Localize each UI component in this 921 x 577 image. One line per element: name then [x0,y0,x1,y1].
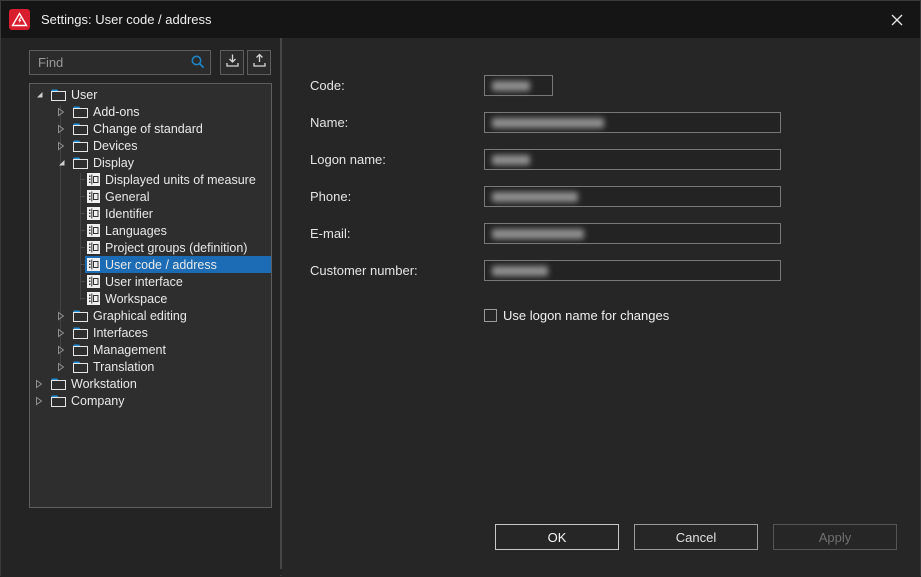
tree-item-user[interactable]: User [30,86,271,103]
expand-closed-icon[interactable] [57,141,65,151]
expand-open-icon[interactable] [57,158,65,168]
ok-button[interactable]: OK [495,524,619,550]
expand-open-icon[interactable] [35,90,43,100]
folder-icon [73,360,88,373]
redacted-value [492,266,548,276]
redacted-value [492,118,604,128]
apply-button[interactable]: Apply [773,524,897,550]
name-label: Name: [310,115,484,130]
arrow-down-tray-icon [225,53,240,73]
arrow-up-tray-icon [252,53,267,73]
eplan-logo-icon [9,9,30,30]
expand-closed-icon[interactable] [57,345,65,355]
settings-page-icon [87,292,100,305]
expand-closed-icon[interactable] [35,396,43,406]
settings-window: { "window": { "title": "Settings: User c… [0,0,921,576]
folder-icon [51,394,66,407]
tree-item-add-ons[interactable]: Add-ons [30,103,271,120]
code-label: Code: [310,78,484,93]
tree-item-workspace[interactable]: Workspace [30,290,271,307]
settings-page-icon [87,207,100,220]
close-icon[interactable] [884,7,910,33]
tree-item-general[interactable]: General [30,188,271,205]
phone-label: Phone: [310,189,484,204]
redacted-value [492,81,530,91]
folder-icon [73,326,88,339]
expand-closed-icon[interactable] [57,362,65,372]
tree-item-displayed-units-of-measure[interactable]: Displayed units of measure [30,171,271,188]
tree-item-project-groups-definition[interactable]: Project groups (definition) [30,239,271,256]
tree-item-company[interactable]: Company [30,392,271,409]
tree-item-identifier[interactable]: Identifier [30,205,271,222]
settings-page-icon [87,241,100,254]
settings-page-icon [87,173,100,186]
use-logon-name-label: Use logon name for changes [503,308,669,323]
user-code-address-page: Code: Name: Logon name: Phone: E-mail: C… [282,38,920,577]
settings-page-icon [87,224,100,237]
logon-name-label: Logon name: [310,152,484,167]
tree-item-translation[interactable]: Translation [30,358,271,375]
tree-item-change-of-standard[interactable]: Change of standard [30,120,271,137]
customer-number-field[interactable] [484,260,781,281]
expand-closed-icon[interactable] [35,379,43,389]
phone-field[interactable] [484,186,781,207]
folder-icon [73,105,88,118]
settings-tree: User Add-ons Change of standard Devices [29,83,272,508]
email-field[interactable] [484,223,781,244]
customer-number-label: Customer number: [310,263,484,278]
tree-item-display[interactable]: Display [30,154,271,171]
folder-icon [73,156,88,169]
code-field[interactable] [484,75,553,96]
email-label: E-mail: [310,226,484,241]
find-input[interactable] [29,50,211,75]
window-title: Settings: User code / address [41,12,212,27]
tree-item-devices[interactable]: Devices [30,137,271,154]
import-settings-button[interactable] [220,50,244,75]
tree-item-interfaces[interactable]: Interfaces [30,324,271,341]
settings-page-icon [87,275,100,288]
settings-navigation-pane: User Add-ons Change of standard Devices [1,38,280,577]
folder-icon [51,88,66,101]
search-icon [190,54,206,75]
folder-icon [73,139,88,152]
folder-icon [73,309,88,322]
settings-page-icon [87,258,100,271]
export-settings-button[interactable] [247,50,271,75]
tree-item-graphical-editing[interactable]: Graphical editing [30,307,271,324]
redacted-value [492,192,578,202]
redacted-value [492,155,530,165]
title-bar: Settings: User code / address [1,1,920,38]
tree-item-languages[interactable]: Languages [30,222,271,239]
logon-name-field[interactable] [484,149,781,170]
tree-item-workstation[interactable]: Workstation [30,375,271,392]
folder-icon [73,122,88,135]
cancel-button[interactable]: Cancel [634,524,758,550]
expand-closed-icon[interactable] [57,328,65,338]
expand-closed-icon[interactable] [57,311,65,321]
dialog-footer: OK Cancel Apply [495,524,897,550]
use-logon-name-checkbox[interactable] [484,309,497,322]
tree-item-management[interactable]: Management [30,341,271,358]
settings-page-icon [87,190,100,203]
name-field[interactable] [484,112,781,133]
tree-item-user-interface[interactable]: User interface [30,273,271,290]
redacted-value [492,229,584,239]
tree-item-user-code-address[interactable]: User code / address [30,256,271,273]
expand-closed-icon[interactable] [57,107,65,117]
expand-closed-icon[interactable] [57,124,65,134]
folder-icon [51,377,66,390]
folder-icon [73,343,88,356]
